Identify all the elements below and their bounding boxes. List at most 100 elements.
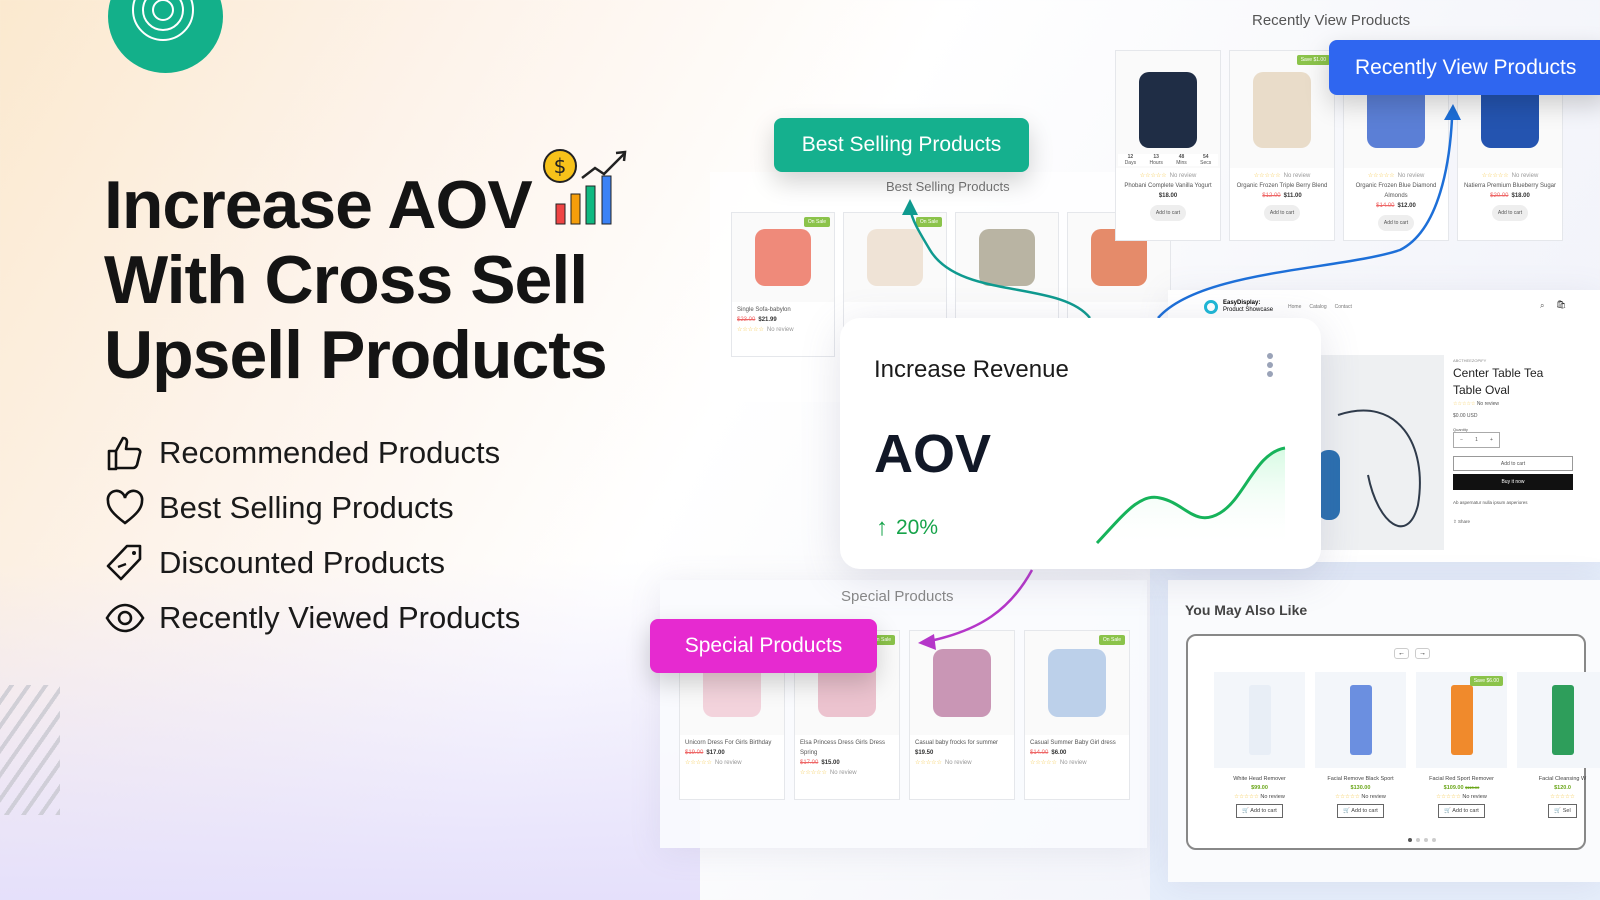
title-line: Upsell Products (104, 317, 608, 393)
add-to-cart-button[interactable]: 🛒 Add to cart (1438, 804, 1485, 818)
more-options-icon[interactable] (1267, 353, 1275, 380)
product-card[interactable]: White Head Remover $99.00 ☆☆☆☆☆ No revie… (1214, 672, 1305, 818)
product-image (1214, 672, 1305, 768)
rating-stars: ☆☆☆☆☆ (1550, 794, 1575, 800)
carousel-prev-button[interactable]: ← (1394, 648, 1409, 659)
price: $99.00 (1251, 785, 1268, 791)
also-like-title: You May Also Like (1185, 602, 1308, 618)
best-selling-title: Best Selling Products (886, 179, 1010, 194)
rating-stars: ☆☆☆☆☆ (1139, 173, 1167, 180)
product-card[interactable]: 12 Days 13 Hours 48 Mins 54 Secs ☆☆☆☆☆ No review P… (1115, 50, 1221, 241)
old-price: $12.00 (1262, 193, 1281, 200)
feature-label: Discounted Products (159, 545, 446, 580)
add-to-cart-button[interactable]: Add to cart (1491, 205, 1529, 222)
old-price: $20.00 (1490, 193, 1509, 200)
product-image (956, 213, 1058, 302)
rating-stars: ☆☆☆☆☆ (915, 760, 942, 767)
title-line: With Cross Sell (104, 242, 588, 318)
share-link[interactable]: ⇪ Share (1453, 519, 1573, 525)
carousel-next-button[interactable]: → (1415, 648, 1430, 659)
product-name: Unicorn Dress For Girls Birthday (685, 740, 772, 747)
rating-stars: ☆☆☆☆☆ (685, 760, 712, 767)
share-label: Share (1458, 519, 1471, 524)
product-name: Phobani Complete Vanilla Yogurt (1124, 183, 1212, 190)
countdown-unit: 13 Hours (1149, 154, 1163, 167)
add-to-cart-button[interactable]: 🛒 Sel (1548, 804, 1577, 818)
product-tag: On Sale (1098, 635, 1125, 645)
search-icon[interactable]: ⌕ (1540, 301, 1544, 311)
buy-now-button[interactable]: Buy it now (1453, 474, 1573, 490)
nav-catalog[interactable]: Catalog (1309, 304, 1326, 310)
countdown-unit: 12 Days (1124, 154, 1137, 167)
rating-text: No review (1361, 794, 1386, 800)
add-to-cart-label: Sel (1562, 808, 1571, 814)
price: $21.99 (758, 316, 777, 323)
add-to-cart-button[interactable]: Add to cart (1377, 215, 1415, 232)
rating-stars: ☆☆☆☆☆ (737, 326, 764, 333)
price: $6.00 (1051, 750, 1067, 757)
rating-text: No review (1511, 173, 1539, 180)
add-to-cart-button[interactable]: Add to cart (1453, 456, 1573, 471)
carousel-dots[interactable] (1408, 838, 1436, 842)
rating-text: No review (1059, 760, 1087, 767)
revenue-title: Increase Revenue (874, 356, 1069, 383)
rating-text: No review (1476, 401, 1500, 407)
product-tag: Save $6.00 (1469, 676, 1503, 686)
rating-text: No review (1462, 794, 1487, 800)
nav-contact[interactable]: Contact (1335, 304, 1352, 310)
feature-recently-viewed: Recently Viewed Products (105, 598, 520, 638)
old-price: $14.00 (1376, 203, 1395, 210)
product-name: Single Sofa-babylon (737, 306, 791, 313)
price: $18.00 (1158, 193, 1178, 200)
price: $12.00 (1397, 203, 1416, 210)
recently-viewed-title: Recently View Products (1252, 12, 1411, 29)
add-to-cart-button[interactable]: Add to cart (1149, 205, 1187, 222)
nav-home[interactable]: Home (1288, 304, 1301, 310)
price: $19.50 (915, 750, 934, 757)
product-image (1517, 672, 1600, 768)
trend-sparkline (1095, 446, 1286, 548)
product-image: 12 Days 13 Hours 48 Mins 54 Secs (1116, 51, 1220, 169)
brand-logo (108, 0, 223, 73)
increase-revenue-card: Increase Revenue AOV ↑ 20% (840, 318, 1321, 569)
brand-name: EasyDisplay: (1223, 300, 1261, 306)
feature-label: Recommended Products (159, 435, 501, 470)
rating-stars: ☆☆☆☆☆ (1030, 760, 1057, 767)
rating-stars: ☆☆☆☆☆ (800, 770, 827, 777)
add-to-cart-button[interactable]: 🛒 Add to cart (1337, 804, 1384, 818)
product-card[interactable]: Facial Remove Black Sport $130.00 ☆☆☆☆☆ … (1315, 672, 1406, 818)
description: Ab aspernatur nulla ipsum asperiores (1453, 500, 1528, 505)
add-to-cart-label: Add to cart (1452, 808, 1479, 814)
product-title: Center Table Tea Table Oval (1453, 366, 1544, 397)
product-image: Save $1.00 (1230, 51, 1334, 169)
decorative-hatch (0, 685, 60, 815)
rating-stars: ☆☆☆☆☆ (1253, 173, 1281, 180)
product-name: Organic Frozen Blue Diamond Almonds (1355, 183, 1437, 200)
tag-icon (106, 544, 142, 581)
old-price: $17.00 (800, 760, 819, 767)
product-card[interactable]: Save $1.00 ☆☆☆☆☆ No review Organic Frozen T… (1229, 50, 1335, 241)
rating-text: No review (944, 760, 972, 767)
product-card[interactable]: On Sale Casual Summer Baby Girl dress $14.… (1024, 630, 1130, 800)
old-price: $14.00 (1030, 750, 1049, 757)
rating-stars: ☆☆☆☆☆ (1234, 794, 1259, 800)
add-to-cart-label: Add to cart (1250, 808, 1277, 814)
add-to-cart-button[interactable]: 🛒 Add to cart (1236, 804, 1283, 818)
product-name: Elsa Princess Dress Girls Dress Spring (800, 740, 886, 757)
quantity-value: 1 (1475, 437, 1478, 443)
product-card[interactable]: Casual baby frocks for summer $19.50 ☆☆☆☆☆… (909, 630, 1015, 800)
product-card[interactable]: On Sale Single Sofa-babylon $23.00 $21.99 ☆☆… (731, 212, 835, 357)
old-price: $23.00 (737, 316, 756, 323)
cart-icon[interactable]: 🛍 (1556, 300, 1566, 309)
product-tag: On Sale (915, 217, 942, 227)
product-card[interactable]: Facial Cleansing W $120.0 ☆☆☆☆☆ 🛒 Sel (1517, 672, 1600, 818)
rating-text: No review (714, 760, 742, 767)
quantity-stepper[interactable]: −1 + (1453, 432, 1500, 448)
add-to-cart-button[interactable]: Add to cart (1263, 205, 1301, 222)
rating-text: No review (829, 770, 857, 777)
product-name: White Head Remover (1233, 776, 1286, 782)
product-name: Facial Cleansing W (1538, 776, 1587, 782)
product-card[interactable]: Save $6.00 Facial Red Sport Remover $109… (1416, 672, 1507, 818)
best-selling-badge: Best Selling Products (774, 118, 1029, 172)
rating-text: No review (1169, 173, 1197, 180)
